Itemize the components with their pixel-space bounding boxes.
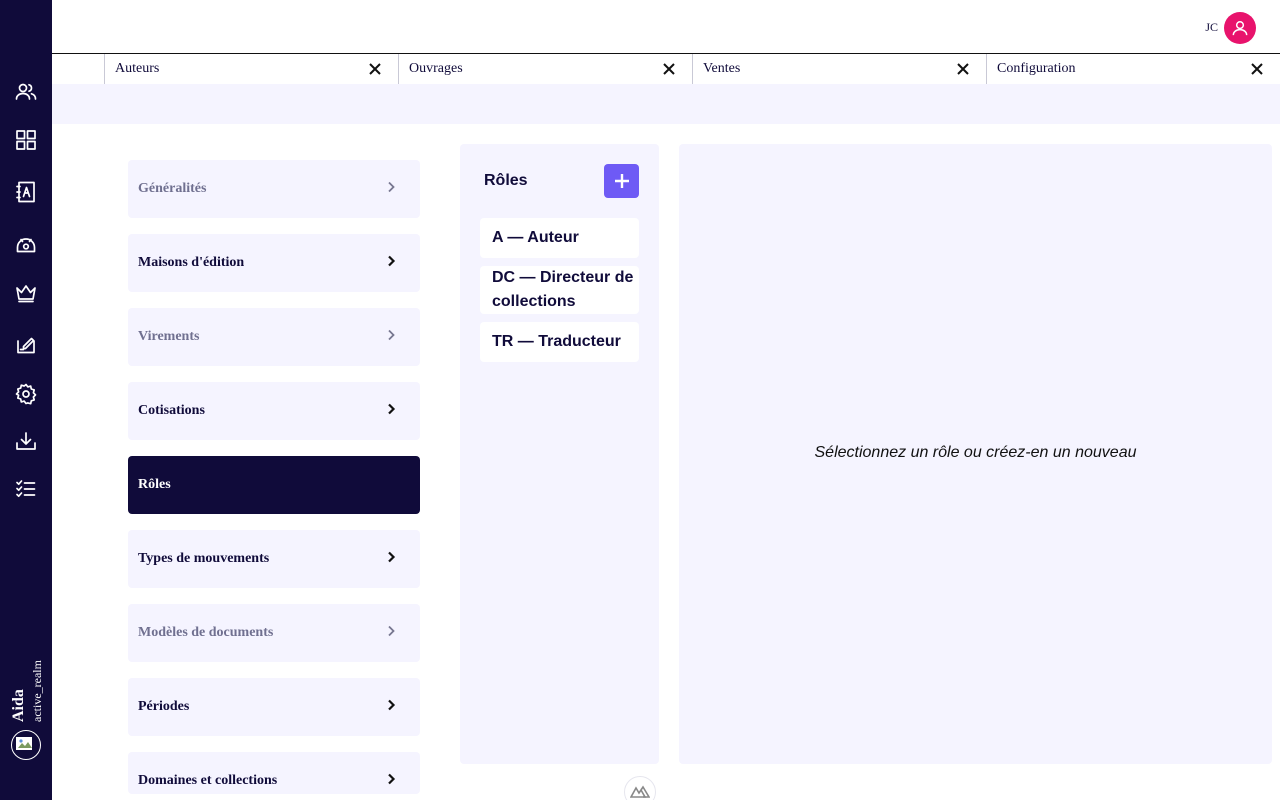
menu-item-label: Maisons d'édition xyxy=(138,255,245,270)
crown-icon[interactable] xyxy=(14,281,38,305)
role-label: TR — Traducteur xyxy=(492,333,621,350)
tab-ventes[interactable]: Ventes xyxy=(692,54,986,84)
roles-title: Rôles xyxy=(484,172,528,189)
gear-icon[interactable] xyxy=(14,382,38,406)
role-item-auteur[interactable]: A — Auteur xyxy=(480,218,639,258)
brand: Aida active_realm xyxy=(8,652,48,722)
chevron-right-icon xyxy=(384,550,398,564)
plus-icon xyxy=(614,174,629,188)
role-label: DC — Directeur de collections xyxy=(492,269,634,310)
close-icon[interactable] xyxy=(662,62,676,76)
devtools-logo-icon[interactable] xyxy=(624,776,656,800)
checklist-icon[interactable] xyxy=(14,477,38,501)
tab-bar: Auteurs Ouvrages Ventes Configuration xyxy=(52,54,1280,84)
top-bar: JC xyxy=(52,0,1280,54)
chevron-right-icon xyxy=(384,402,398,416)
user-icon xyxy=(1232,21,1248,36)
tab-configuration[interactable]: Configuration xyxy=(986,54,1280,84)
menu-item-label: Domaines et collections xyxy=(138,773,278,788)
cash-icon[interactable] xyxy=(14,232,38,256)
role-item-directeur-collections[interactable]: DC — Directeur de collections xyxy=(480,266,639,314)
close-icon[interactable] xyxy=(1250,62,1264,76)
role-item-traducteur[interactable]: TR — Traducteur xyxy=(480,322,639,362)
empty-state-message: Sélectionnez un rôle ou créez-en un nouv… xyxy=(814,444,1137,461)
config-menu-generalites[interactable]: Généralités xyxy=(128,160,420,218)
tab-label: Ventes xyxy=(703,61,741,76)
tab-label: Configuration xyxy=(997,61,1076,76)
roles-panel: Rôles A — Auteur DC — Directeur de colle… xyxy=(460,144,659,764)
menu-item-label: Généralités xyxy=(138,181,207,196)
chevron-right-icon xyxy=(384,698,398,712)
chevron-right-icon xyxy=(384,624,398,638)
brand-name: Aida xyxy=(10,689,27,722)
menu-item-label: Cotisations xyxy=(138,403,205,418)
user-avatar[interactable] xyxy=(1224,12,1256,44)
menu-item-label: Rôles xyxy=(138,477,171,492)
add-role-button[interactable] xyxy=(604,164,639,198)
address-book-icon[interactable] xyxy=(14,180,38,204)
role-detail-panel: Sélectionnez un rôle ou créez-en un nouv… xyxy=(679,144,1272,764)
users-icon[interactable] xyxy=(14,80,38,104)
config-menu-modeles-documents[interactable]: Modèles de documents xyxy=(128,604,420,662)
broken-image-avatar-icon[interactable] xyxy=(11,730,41,760)
side-rail: Aida active_realm xyxy=(0,0,52,800)
tab-ouvrages[interactable]: Ouvrages xyxy=(398,54,692,84)
download-icon[interactable] xyxy=(14,429,38,453)
close-icon[interactable] xyxy=(956,62,970,76)
menu-item-label: Types de mouvements xyxy=(138,551,270,566)
menu-item-label: Périodes xyxy=(138,699,190,714)
config-menu-periodes[interactable]: Périodes xyxy=(128,678,420,736)
dashboard-icon[interactable] xyxy=(14,128,38,152)
chevron-right-icon xyxy=(384,772,398,786)
header-band xyxy=(52,84,1280,124)
signature-icon[interactable] xyxy=(14,332,38,356)
config-menu-cotisations[interactable]: Cotisations xyxy=(128,382,420,440)
chevron-right-icon xyxy=(384,180,398,194)
menu-item-label: Modèles de documents xyxy=(138,625,274,640)
config-menu-maisons-edition[interactable]: Maisons d'édition xyxy=(128,234,420,292)
tab-label: Auteurs xyxy=(115,61,160,76)
config-menu-domaines-collections[interactable]: Domaines et collections xyxy=(128,752,420,794)
chevron-right-icon xyxy=(384,254,398,268)
tab-label: Ouvrages xyxy=(409,61,463,76)
menu-item-label: Virements xyxy=(138,329,200,344)
config-menu-types-mouvements[interactable]: Types de mouvements xyxy=(128,530,420,588)
close-icon[interactable] xyxy=(368,62,382,76)
role-label: A — Auteur xyxy=(492,229,579,246)
realm-label: active_realm xyxy=(30,660,44,722)
chevron-right-icon xyxy=(384,328,398,342)
tab-auteurs[interactable]: Auteurs xyxy=(104,54,398,84)
config-menu-roles[interactable]: Rôles xyxy=(128,456,420,514)
config-menu-virements[interactable]: Virements xyxy=(128,308,420,366)
user-initials: JC xyxy=(1205,20,1218,34)
